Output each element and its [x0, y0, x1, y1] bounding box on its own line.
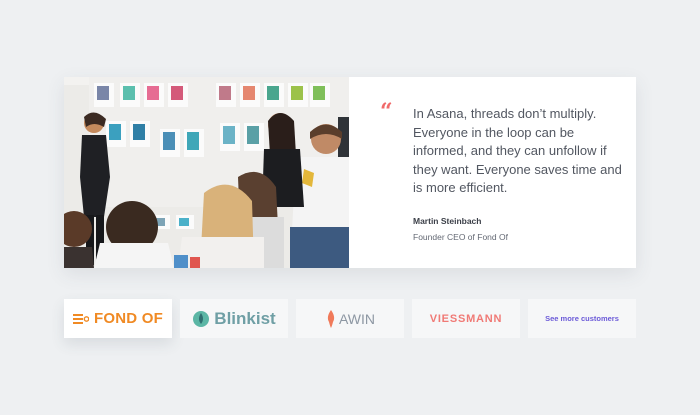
quote-mark-icon: “ — [380, 99, 393, 125]
team-photo-illustration — [64, 77, 349, 268]
testimonial-quote: In Asana, threads don’t multiply. Everyo… — [413, 106, 622, 195]
see-more-customers-link[interactable]: See more customers — [528, 299, 636, 338]
see-more-label: See more customers — [545, 314, 619, 323]
testimonial-content: “ In Asana, threads don’t multiply. Ever… — [349, 77, 643, 268]
team-photo — [64, 77, 349, 268]
blinkist-drop-icon — [193, 310, 210, 327]
awin-flame-icon — [327, 309, 335, 328]
customer-logo-awin[interactable]: AWIN — [296, 299, 404, 338]
author-title: Founder CEO of Fond Of — [413, 231, 508, 242]
author-name: Martin Steinbach — [413, 215, 482, 226]
fondof-lines-icon — [73, 313, 90, 324]
customer-logo-blinkist[interactable]: Blinkist — [180, 299, 288, 338]
testimonial-card: “ In Asana, threads don’t multiply. Ever… — [64, 77, 636, 268]
customer-logo-fondof[interactable]: FOND OF — [64, 299, 172, 338]
customer-name-blinkist: Blinkist — [214, 308, 276, 328]
customer-logo-viessmann[interactable]: VIESSMANN — [412, 299, 520, 338]
customer-name-fondof: FOND OF — [94, 310, 163, 327]
customer-name-viessmann: VIESSMANN — [429, 312, 503, 325]
customer-logos: FOND OF Blinkist AWIN VIESSMANN See more… — [64, 299, 636, 338]
customer-name-awin: AWIN — [338, 310, 376, 327]
